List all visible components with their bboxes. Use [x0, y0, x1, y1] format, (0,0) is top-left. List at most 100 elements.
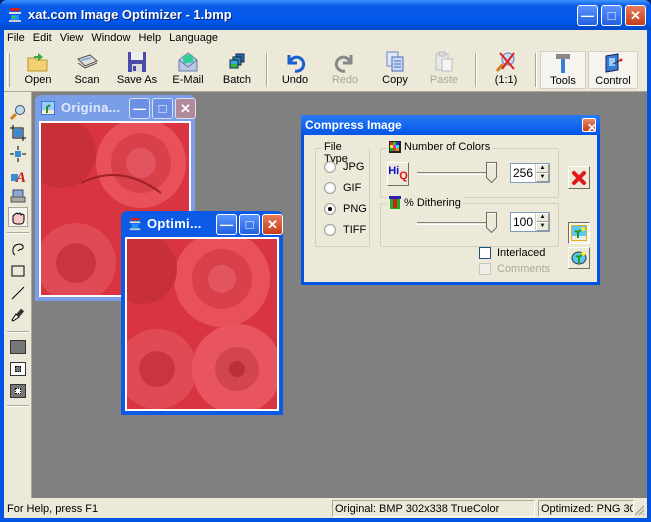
paste-button[interactable]: Paste: [424, 51, 464, 89]
zoom-tool[interactable]: [8, 102, 28, 122]
menu-view[interactable]: View: [57, 30, 89, 48]
radio-jpg[interactable]: JPG: [324, 161, 364, 173]
radio-jpg-label: JPG: [343, 161, 365, 173]
optimized-window-titlebar[interactable]: Optimi... — □ ✕: [125, 211, 283, 237]
text-tool[interactable]: A: [8, 165, 28, 185]
radio-tiff[interactable]: TIFF: [324, 224, 366, 236]
hammer-icon: [556, 54, 570, 73]
fill-dotted-white-tool[interactable]: [8, 359, 28, 379]
open-button[interactable]: Open: [18, 51, 58, 89]
optimized-maximize-button[interactable]: □: [239, 214, 260, 235]
radio-png-circle[interactable]: [324, 203, 336, 215]
radio-gif[interactable]: GIF: [324, 182, 361, 194]
dialog-titlebar[interactable]: Compress Image ✕: [301, 115, 600, 135]
dialog-close-button[interactable]: ✕: [582, 118, 597, 134]
menu-file[interactable]: File: [4, 30, 30, 48]
original-close-button[interactable]: ✕: [175, 98, 196, 119]
copy-label: Copy: [382, 74, 408, 86]
menu-window[interactable]: Window: [88, 30, 135, 48]
toolbar-grip[interactable]: [7, 53, 10, 87]
close-icon: ✕: [630, 8, 641, 23]
radio-png[interactable]: PNG: [324, 203, 367, 215]
control-button[interactable]: Control: [588, 51, 638, 89]
crop-tool[interactable]: [8, 123, 28, 143]
toolbar: Open Scan Save As E-Mail Batch Undo Redo: [4, 48, 647, 92]
dithering-value[interactable]: 100: [511, 213, 535, 231]
resize-tool[interactable]: [8, 144, 28, 164]
cancel-button[interactable]: [568, 166, 590, 189]
email-envelope-icon: [178, 52, 198, 72]
comments-checkbox[interactable]: Comments: [479, 263, 550, 275]
tools-label: Tools: [550, 75, 576, 87]
dithering-spinner[interactable]: 100 ▲ ▼: [510, 212, 550, 232]
original-maximize-button[interactable]: □: [152, 98, 173, 119]
toolbar-separator: [535, 53, 537, 87]
interlaced-box[interactable]: [479, 247, 491, 259]
island-globe-icon: [571, 251, 587, 265]
dithering-slider-thumb[interactable]: [486, 212, 497, 233]
fill-solid-tool[interactable]: [8, 337, 28, 357]
picture-icon: [41, 101, 55, 115]
save-as-label: Save As: [116, 74, 158, 86]
dithering-spin-down[interactable]: ▼: [536, 222, 549, 231]
batch-button[interactable]: Batch: [218, 51, 256, 89]
fill-solid-icon: [10, 340, 26, 354]
dithering-spin-up[interactable]: ▲: [536, 213, 549, 222]
left-toolbar: A: [4, 92, 32, 498]
radio-tiff-circle[interactable]: [324, 224, 336, 236]
actual-size-button[interactable]: (1:1): [486, 51, 526, 89]
comments-box[interactable]: [479, 263, 491, 275]
optimized-image: [125, 237, 279, 411]
undo-button[interactable]: Undo: [276, 51, 314, 89]
lasso-tool[interactable]: [8, 239, 28, 259]
magnifier-icon: [10, 105, 25, 120]
fill-dotted-dark-tool[interactable]: [8, 381, 28, 401]
scan-tool[interactable]: [8, 186, 28, 206]
redo-arrow-icon: [334, 55, 353, 73]
optimized-window-title: Optimi...: [147, 216, 202, 231]
colors-spin-down[interactable]: ▼: [536, 173, 549, 182]
line-tool[interactable]: [8, 283, 28, 303]
original-window-titlebar[interactable]: Origina... — □ ✕: [39, 95, 196, 121]
status-bar: For Help, press F1 Original: BMP 302x338…: [4, 498, 647, 518]
optimized-close-button[interactable]: ✕: [262, 214, 283, 235]
radio-jpg-circle[interactable]: [324, 161, 336, 173]
optimized-minimize-button[interactable]: —: [216, 214, 237, 235]
hand-tool[interactable]: [8, 207, 28, 227]
menu-edit[interactable]: Edit: [30, 30, 57, 48]
paintbrush-icon: [11, 308, 25, 322]
colors-value[interactable]: 256: [511, 164, 535, 182]
number-of-colors-label: Number of Colors: [404, 141, 491, 153]
window-title: xat.com Image Optimizer - 1.bmp: [28, 7, 232, 22]
rectangle-tool[interactable]: [8, 261, 28, 281]
save-as-button[interactable]: Save As: [114, 51, 160, 89]
menu-help[interactable]: Help: [135, 30, 166, 48]
rose-image: [127, 239, 277, 409]
minimize-button[interactable]: —: [577, 5, 598, 26]
interlaced-label: Interlaced: [497, 247, 546, 259]
maximize-button[interactable]: □: [601, 5, 622, 26]
preview-image-button[interactable]: [568, 222, 590, 244]
resize-grip-icon[interactable]: [633, 504, 645, 516]
compare-image-button[interactable]: [568, 247, 590, 269]
optimized-image-window[interactable]: Optimi... — □ ✕: [121, 211, 283, 415]
interlaced-checkbox[interactable]: Interlaced: [479, 247, 545, 259]
close-button[interactable]: ✕: [625, 5, 646, 26]
scan-button[interactable]: Scan: [68, 51, 106, 89]
original-minimize-button[interactable]: —: [129, 98, 150, 119]
title-bar[interactable]: xat.com Image Optimizer - 1.bmp — □ ✕: [0, 0, 651, 30]
brush-tool[interactable]: [8, 305, 28, 325]
colors-spin-up[interactable]: ▲: [536, 164, 549, 173]
open-folder-icon: [27, 53, 48, 72]
colors-slider-thumb[interactable]: [486, 162, 497, 183]
hiq-button[interactable]: HiQ: [387, 162, 409, 186]
menu-language[interactable]: Language: [166, 30, 223, 48]
redo-button[interactable]: Redo: [326, 51, 364, 89]
email-button[interactable]: E-Mail: [168, 51, 208, 89]
copy-button[interactable]: Copy: [376, 51, 414, 89]
colors-spinner[interactable]: 256 ▲ ▼: [510, 163, 550, 183]
scan-label: Scan: [74, 74, 100, 86]
radio-gif-circle[interactable]: [324, 182, 336, 194]
tools-button[interactable]: Tools: [540, 51, 586, 89]
line-icon: [11, 286, 25, 300]
